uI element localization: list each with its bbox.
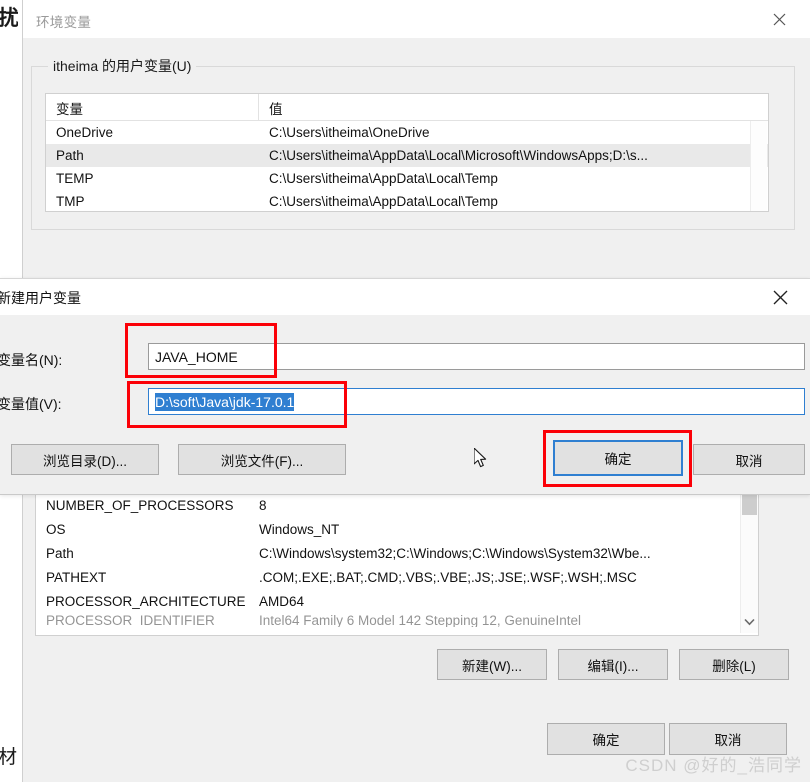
delete-variable-button[interactable]: 删除(L) bbox=[679, 649, 789, 680]
variable-name-label: 变量名(N): bbox=[0, 352, 63, 368]
edit-variable-button[interactable]: 编辑(I)... bbox=[558, 649, 668, 680]
mouse-cursor bbox=[473, 447, 490, 470]
env-window-title: 环境变量 bbox=[36, 15, 92, 30]
new-variable-button[interactable]: 新建(W)... bbox=[437, 649, 547, 680]
table-row[interactable]: TMP C:\Users\itheima\AppData\Local\Temp bbox=[46, 190, 768, 211]
user-variables-legend: itheima 的用户变量(U) bbox=[48, 56, 197, 76]
system-variables-rows: NUMBER_OF_PROCESSORS 8 OS Windows_NT Pat… bbox=[36, 493, 741, 628]
variable-name: OneDrive bbox=[56, 125, 114, 140]
variable-value: C:\Users\itheima\AppData\Local\Microsoft… bbox=[269, 148, 648, 163]
table-row[interactable]: PATHEXT .COM;.EXE;.BAT;.CMD;.VBS;.VBE;.J… bbox=[36, 565, 741, 589]
variable-name-input-text: JAVA_HOME bbox=[155, 348, 238, 365]
table-row[interactable]: NUMBER_OF_PROCESSORS 8 bbox=[36, 493, 741, 517]
system-variables-table[interactable]: NUMBER_OF_PROCESSORS 8 OS Windows_NT Pat… bbox=[35, 492, 759, 636]
background-window-glyph-top: 扰 bbox=[0, 7, 18, 30]
variable-name-input[interactable]: JAVA_HOME bbox=[148, 343, 805, 370]
variable-value: C:\Users\itheima\AppData\Local\Temp bbox=[269, 194, 498, 209]
dialog-title: 新建用户变量 bbox=[0, 290, 81, 306]
variable-value: C:\Windows\system32;C:\Windows;C:\Window… bbox=[259, 545, 651, 561]
table-row[interactable]: PROCESSOR_IDENTIFIER Intel64 Family 6 Mo… bbox=[36, 613, 741, 627]
variable-value: C:\Users\itheima\OneDrive bbox=[269, 125, 430, 140]
variable-name: TMP bbox=[56, 194, 85, 209]
variable-value-input-text: D:\soft\Java\jdk-17.0.1 bbox=[155, 392, 295, 411]
variable-value-input[interactable]: D:\soft\Java\jdk-17.0.1 bbox=[148, 388, 805, 415]
table-row[interactable]: OS Windows_NT bbox=[36, 517, 741, 541]
env-window-titlebar: 环境变量 bbox=[23, 0, 810, 38]
dialog-ok-button[interactable]: 确定 bbox=[553, 440, 683, 476]
dialog-cancel-button[interactable]: 取消 bbox=[693, 444, 805, 475]
chevron-down-icon[interactable] bbox=[741, 613, 758, 631]
table-row[interactable]: Path C:\Windows\system32;C:\Windows;C:\W… bbox=[36, 541, 741, 565]
variable-name: PROCESSOR_IDENTIFIER bbox=[46, 613, 215, 627]
browse-file-button[interactable]: 浏览文件(F)... bbox=[178, 444, 346, 475]
variable-name: NUMBER_OF_PROCESSORS bbox=[46, 497, 234, 513]
user-variables-group: itheima 的用户变量(U) 变量 值 OneDrive C:\Users\… bbox=[31, 56, 795, 230]
variable-value: Intel64 Family 6 Model 142 Stepping 12, … bbox=[259, 613, 581, 627]
table-row[interactable]: OneDrive C:\Users\itheima\OneDrive bbox=[46, 121, 768, 144]
variable-value: 8 bbox=[259, 497, 267, 513]
variable-name: TEMP bbox=[56, 171, 94, 186]
column-header-name[interactable]: 变量 bbox=[46, 94, 259, 120]
variable-name: PROCESSOR_ARCHITECTURE bbox=[46, 593, 246, 609]
dialog-titlebar: 新建用户变量 bbox=[0, 279, 810, 315]
system-variables-scrollbar[interactable] bbox=[740, 493, 758, 633]
browse-directory-button[interactable]: 浏览目录(D)... bbox=[11, 444, 159, 475]
user-variables-scrollbar[interactable] bbox=[750, 121, 767, 211]
variable-value: Windows_NT bbox=[259, 521, 340, 537]
variable-value: .COM;.EXE;.BAT;.CMD;.VBS;.VBE;.JS;.JSE;.… bbox=[259, 569, 637, 585]
scrollbar-thumb[interactable] bbox=[742, 493, 757, 515]
close-icon[interactable] bbox=[760, 279, 800, 315]
variable-value-label: 变量值(V): bbox=[0, 396, 62, 412]
table-row[interactable]: Path C:\Users\itheima\AppData\Local\Micr… bbox=[46, 144, 768, 167]
table-header-row: 变量 值 bbox=[46, 94, 768, 121]
variable-name: Path bbox=[46, 545, 74, 561]
variable-value: AMD64 bbox=[259, 593, 305, 609]
user-variables-table[interactable]: 变量 值 OneDrive C:\Users\itheima\OneDrive … bbox=[45, 93, 769, 212]
table-row[interactable]: PROCESSOR_ARCHITECTURE AMD64 bbox=[36, 589, 741, 613]
table-row[interactable]: TEMP C:\Users\itheima\AppData\Local\Temp bbox=[46, 167, 768, 190]
background-window-glyph-bottom: 材 bbox=[0, 747, 18, 768]
variable-name: OS bbox=[46, 521, 66, 537]
variable-value: C:\Users\itheima\AppData\Local\Temp bbox=[269, 171, 498, 186]
column-header-value[interactable]: 值 bbox=[259, 94, 768, 120]
variable-name: PATHEXT bbox=[46, 569, 107, 585]
watermark: CSDN @好的_浩同学 bbox=[625, 756, 802, 775]
variable-name: Path bbox=[56, 148, 84, 163]
close-icon[interactable] bbox=[757, 0, 801, 38]
